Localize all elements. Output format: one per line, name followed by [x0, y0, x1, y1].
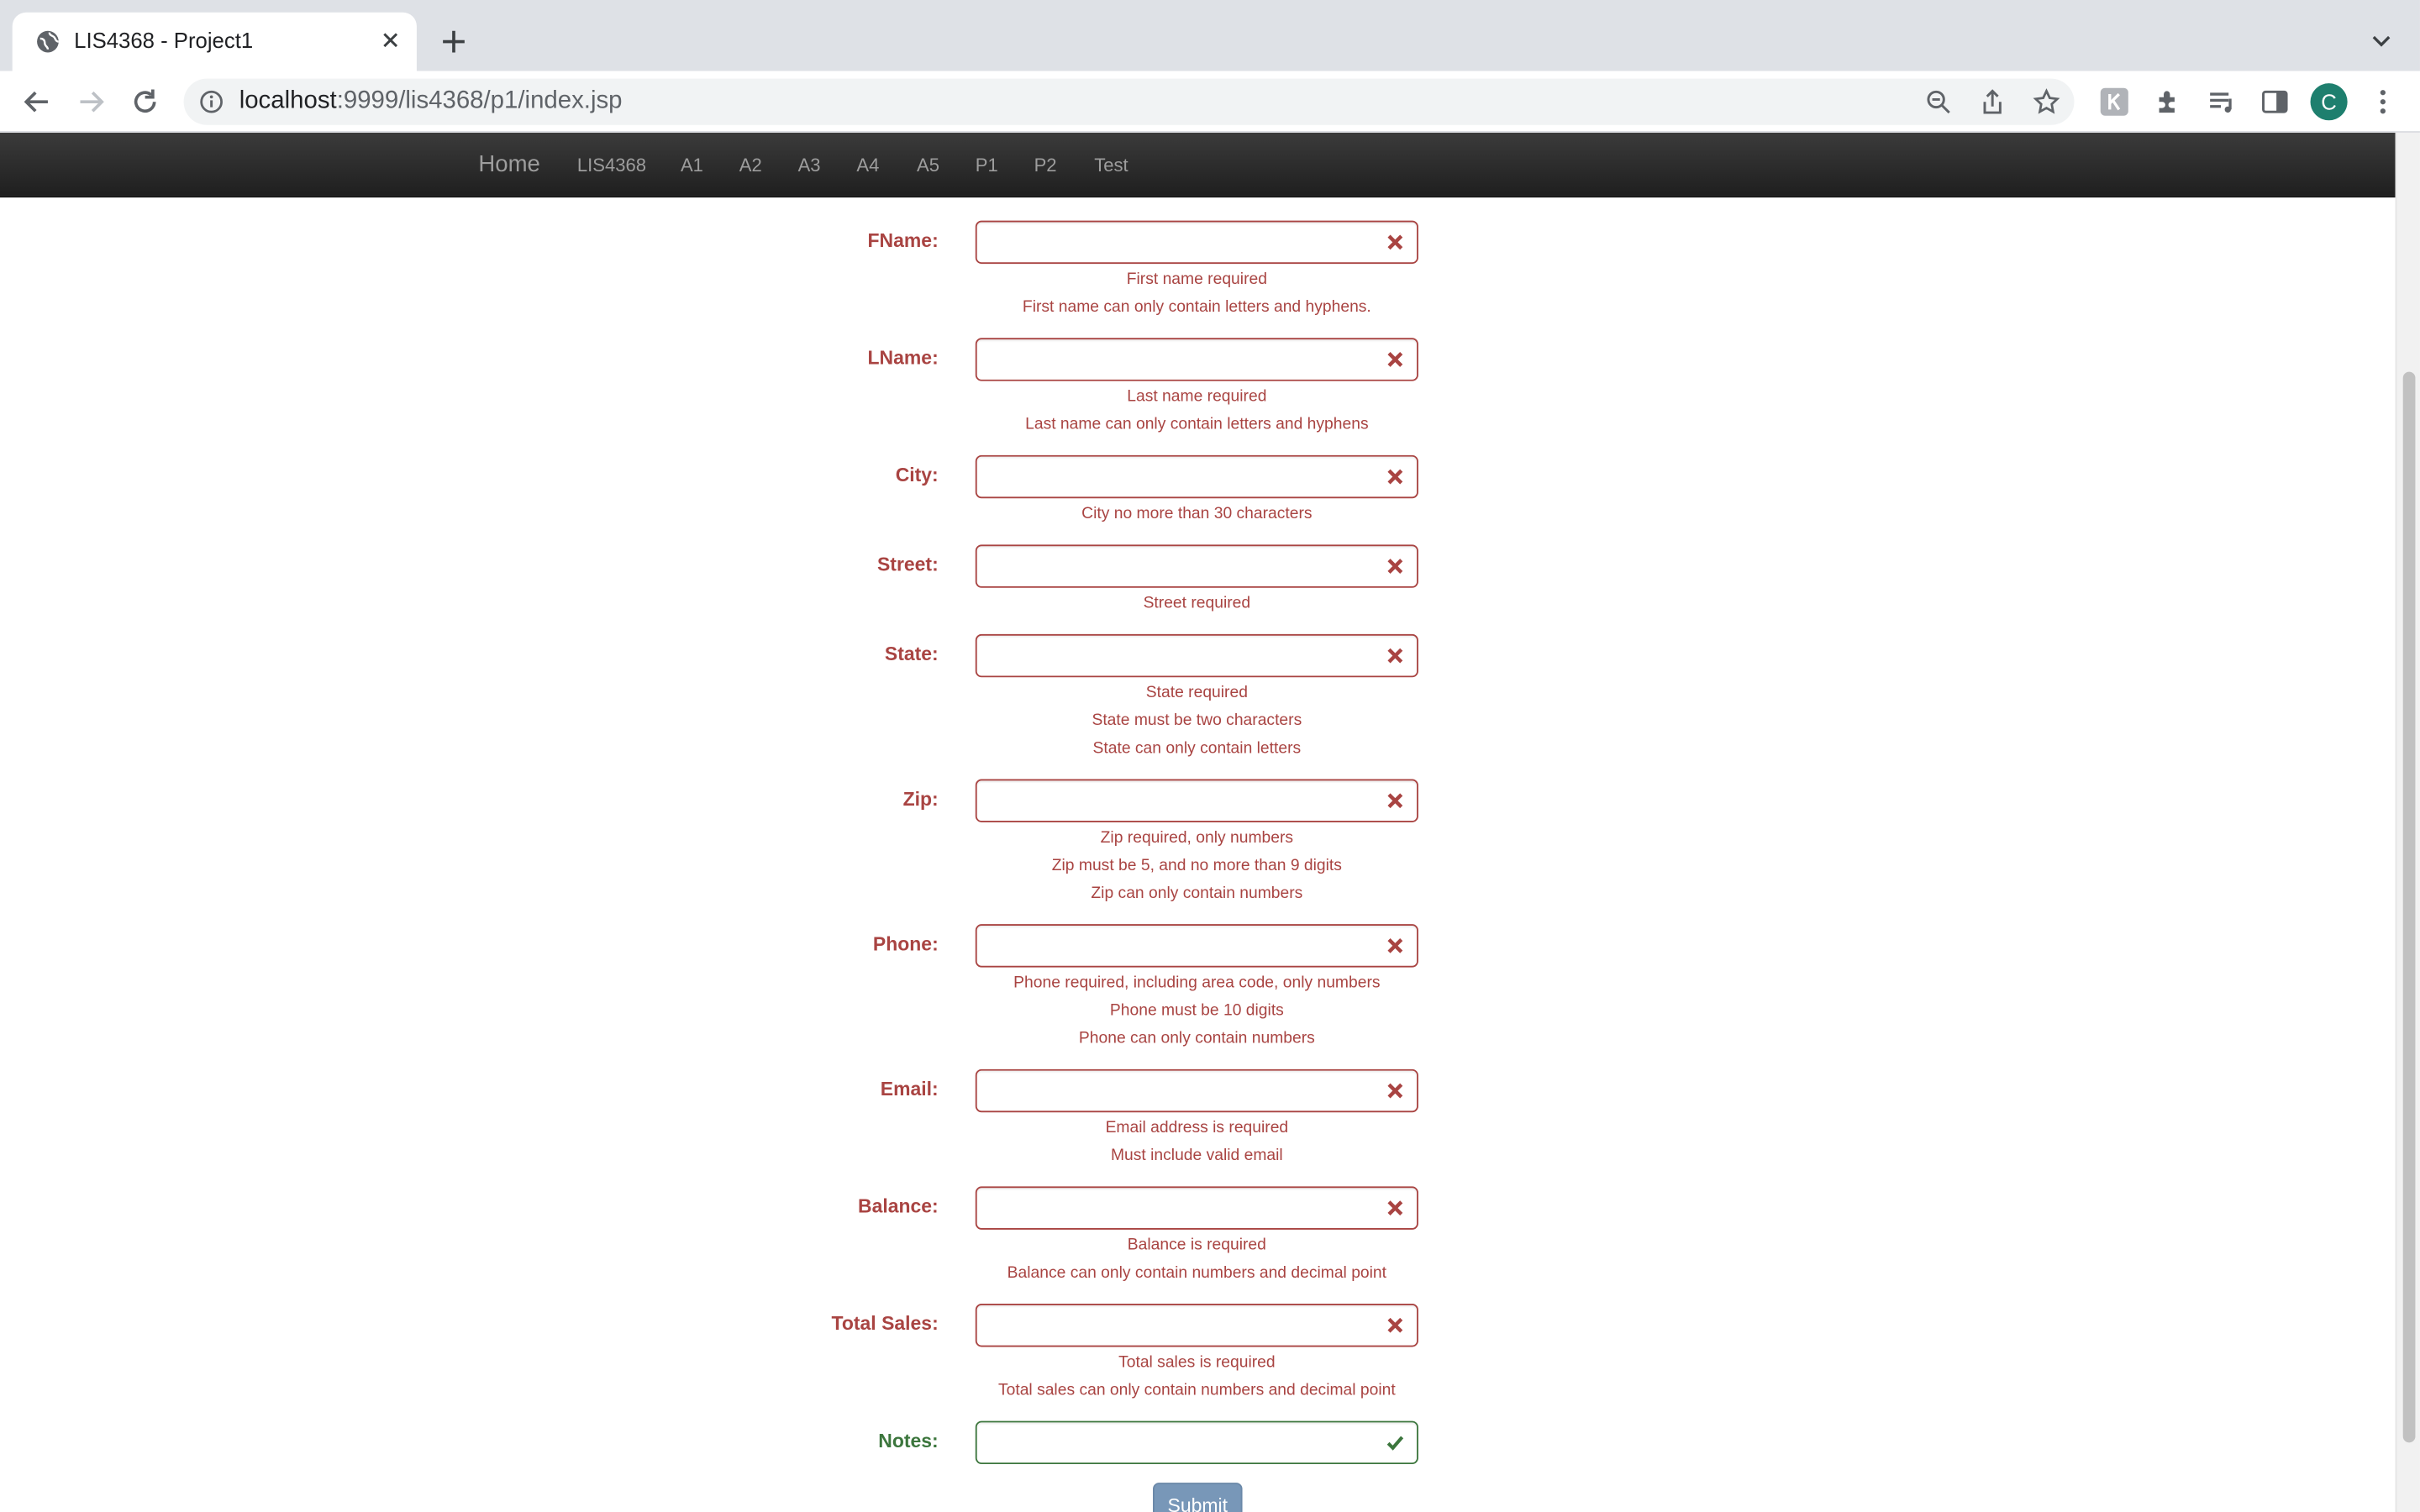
- error-x-icon: [1387, 1083, 1403, 1099]
- fname-error-2: First name can only contain letters and …: [1022, 297, 1371, 317]
- error-x-icon: [1387, 1317, 1403, 1333]
- total-sales-error-2: Total sales can only contain numbers and…: [997, 1380, 1396, 1399]
- scrollbar-thumb[interactable]: [2402, 371, 2416, 1443]
- side-panel-icon[interactable]: [2260, 87, 2291, 118]
- balance-input[interactable]: [975, 1186, 1418, 1230]
- zip-error-3: Zip can only contain numbers: [1091, 884, 1303, 903]
- total-sales-input[interactable]: [975, 1304, 1418, 1347]
- error-x-icon: [1387, 793, 1403, 809]
- state-error-1: State required: [1145, 683, 1248, 702]
- fname-label: FName:: [867, 229, 939, 252]
- balance-error-1: Balance is required: [1127, 1236, 1266, 1255]
- media-queue-icon[interactable]: [2207, 87, 2238, 118]
- error-x-icon: [1387, 937, 1403, 953]
- url-text: localhost:9999/lis4368/p1/index.jsp: [239, 87, 623, 114]
- tab-strip: LIS4368 - Project1: [0, 0, 2420, 71]
- street-input[interactable]: [975, 544, 1418, 588]
- site-navbar: Home LIS4368 A1 A2 A3 A4 A5 P1 P2 Test: [0, 132, 2396, 198]
- nav-link-a1[interactable]: A1: [681, 155, 703, 176]
- zip-label: Zip:: [902, 788, 939, 811]
- checkmark-icon: [1386, 1436, 1404, 1451]
- state-label: State:: [884, 643, 939, 665]
- fname-input[interactable]: [975, 220, 1418, 265]
- tab-title: LIS4368 - Project1: [74, 28, 254, 53]
- back-icon[interactable]: [20, 85, 54, 118]
- globe-icon: [37, 30, 59, 53]
- browser-toolbar: localhost:9999/lis4368/p1/index.jsp C: [0, 71, 2420, 133]
- state-error-2: State must be two characters: [1092, 711, 1302, 730]
- reload-icon[interactable]: [128, 85, 161, 118]
- zip-input[interactable]: [975, 779, 1418, 822]
- notes-input[interactable]: [975, 1420, 1418, 1465]
- extensions-puzzle-icon[interactable]: [2153, 87, 2184, 118]
- error-x-icon: [1387, 648, 1403, 664]
- total-sales-label: Total Sales:: [831, 1313, 939, 1335]
- nav-link-lis4368[interactable]: LIS4368: [577, 155, 646, 176]
- lname-error-2: Last name can only contain letters and h…: [1025, 415, 1369, 434]
- state-error-3: State can only contain letters: [1092, 738, 1302, 758]
- email-input[interactable]: [975, 1068, 1418, 1113]
- city-label: City:: [895, 464, 939, 486]
- zip-error-1: Zip required, only numbers: [1100, 828, 1294, 848]
- nav-link-p2[interactable]: P2: [1034, 155, 1057, 176]
- nav-link-a2[interactable]: A2: [739, 155, 762, 176]
- profile-avatar[interactable]: C: [2310, 83, 2348, 121]
- page-viewport: Home LIS4368 A1 A2 A3 A4 A5 P1 P2 Test F…: [0, 132, 2420, 1512]
- phone-input[interactable]: [975, 924, 1418, 968]
- phone-label: Phone:: [872, 933, 939, 955]
- phone-error-2: Phone must be 10 digits: [1109, 1001, 1284, 1021]
- nav-home-link[interactable]: Home: [478, 151, 539, 177]
- info-icon[interactable]: [199, 90, 224, 114]
- forward-icon[interactable]: [74, 85, 108, 118]
- total-sales-error-1: Total sales is required: [1118, 1352, 1276, 1372]
- balance-error-2: Balance can only contain numbers and dec…: [1007, 1263, 1387, 1283]
- page-scrollbar[interactable]: [2395, 132, 2420, 1512]
- address-bar[interactable]: localhost:9999/lis4368/p1/index.jsp: [183, 78, 2075, 125]
- error-x-icon: [1387, 559, 1403, 574]
- nav-link-test[interactable]: Test: [1094, 155, 1128, 176]
- street-error-1: Street required: [1143, 594, 1251, 613]
- error-x-icon: [1387, 352, 1403, 367]
- fname-error-1: First name required: [1126, 270, 1267, 289]
- share-icon[interactable]: [1979, 88, 2007, 116]
- nav-link-a4[interactable]: A4: [856, 155, 879, 176]
- error-x-icon: [1387, 1200, 1403, 1216]
- email-label: Email:: [880, 1078, 939, 1100]
- zoom-icon[interactable]: [1924, 88, 1952, 116]
- close-tab-icon[interactable]: [376, 26, 404, 54]
- nav-link-a3[interactable]: A3: [798, 155, 821, 176]
- lname-label: LName:: [867, 347, 939, 369]
- city-error-1: City no more than 30 characters: [1081, 504, 1313, 523]
- phone-error-3: Phone can only contain numbers: [1078, 1029, 1315, 1048]
- error-x-icon: [1387, 469, 1403, 485]
- notes-label: Notes:: [878, 1430, 939, 1452]
- submit-button[interactable]: Submit: [1153, 1483, 1243, 1512]
- new-tab-icon[interactable]: [439, 26, 470, 57]
- balance-label: Balance:: [858, 1195, 939, 1218]
- nav-link-a5[interactable]: A5: [917, 155, 939, 176]
- phone-error-1: Phone required, including area code, onl…: [1013, 973, 1381, 992]
- email-error-2: Must include valid email: [1110, 1146, 1283, 1165]
- extension-k-icon[interactable]: [2099, 87, 2130, 118]
- email-error-1: Email address is required: [1105, 1118, 1289, 1137]
- state-input[interactable]: [975, 633, 1418, 678]
- city-input[interactable]: [975, 454, 1418, 499]
- zip-error-2: Zip must be 5, and no more than 9 digits: [1051, 856, 1342, 875]
- lname-error-1: Last name required: [1127, 387, 1267, 407]
- browser-tab[interactable]: LIS4368 - Project1: [12, 12, 417, 71]
- error-x-icon: [1387, 234, 1403, 250]
- kebab-menu-icon[interactable]: [2367, 87, 2398, 118]
- bookmark-star-icon[interactable]: [2033, 88, 2060, 116]
- chevron-down-icon[interactable]: [2367, 28, 2395, 55]
- lname-input[interactable]: [975, 338, 1418, 381]
- nav-link-p1[interactable]: P1: [976, 155, 998, 176]
- street-label: Street:: [876, 554, 939, 576]
